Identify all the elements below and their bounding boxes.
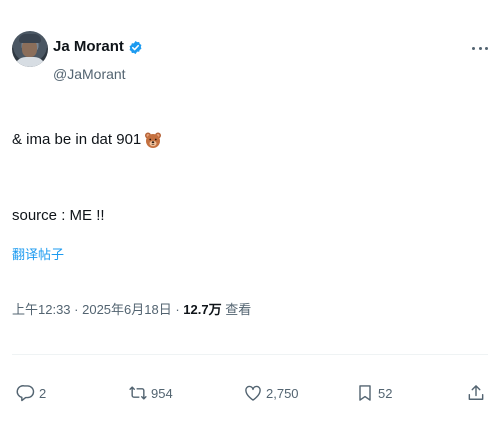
tweet-text-line-2: source : ME !!	[12, 207, 105, 224]
tweet-text: & ima be in dat 901	[12, 131, 142, 148]
meta-separator: ·	[171, 302, 184, 317]
avatar-shirt	[14, 57, 46, 67]
repost-icon	[129, 386, 147, 400]
tweet-card: Ja Morant @JaMorant & ima be in dat 901 …	[0, 0, 500, 440]
verified-badge-icon	[129, 40, 142, 54]
reply-icon	[16, 385, 35, 402]
like-button[interactable]: 2,750	[243, 383, 299, 403]
views-label: 查看	[225, 302, 252, 317]
meta-separator: ·	[70, 302, 83, 317]
bookmark-icon	[359, 385, 371, 401]
bookmark-button[interactable]: 52	[355, 383, 392, 403]
tweet-time[interactable]: 上午12:33	[12, 302, 71, 317]
share-icon	[468, 385, 484, 400]
bear-face-icon	[145, 132, 162, 148]
avatar-hat	[19, 34, 41, 43]
author-handle[interactable]: @JaMorant	[53, 66, 126, 83]
like-count: 2,750	[266, 385, 299, 401]
repost-button[interactable]: 954	[128, 383, 173, 403]
heart-icon	[245, 385, 261, 401]
divider	[12, 354, 488, 355]
share-button[interactable]	[466, 383, 486, 403]
author-name-row[interactable]: Ja Morant	[53, 38, 143, 56]
tweet-metadata: 上午12:33 · 2025年6月18日 · 12.7万 查看	[12, 302, 251, 318]
views-count[interactable]: 12.7万	[183, 302, 221, 317]
reply-button[interactable]: 2	[16, 383, 46, 403]
repost-count: 954	[151, 385, 173, 401]
translate-post-link[interactable]: 翻译帖子	[12, 244, 64, 263]
more-options-icon[interactable]	[472, 44, 488, 52]
bookmark-count: 52	[378, 385, 393, 401]
tweet-text-line-1: & ima be in dat 901	[12, 130, 162, 150]
avatar[interactable]	[12, 31, 48, 67]
tweet-date[interactable]: 2025年6月18日	[82, 302, 172, 317]
author-display-name[interactable]: Ja Morant	[53, 38, 124, 56]
reply-count: 2	[39, 385, 47, 401]
action-bar: 2 954 2,750 52	[0, 383, 500, 409]
